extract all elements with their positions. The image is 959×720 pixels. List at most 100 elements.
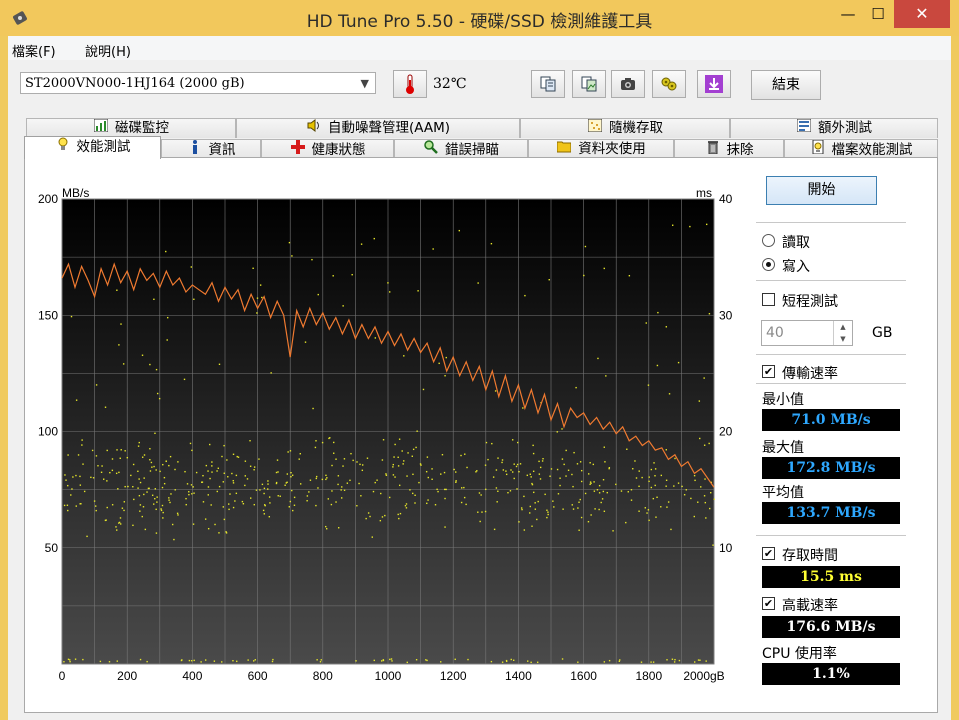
access-time-point: [132, 524, 134, 527]
tab-folder-usage[interactable]: 資料夾使用: [528, 139, 674, 159]
access-time-point: [644, 507, 647, 509]
minimize-button[interactable]: —: [832, 0, 864, 28]
access-time-point: [315, 475, 318, 478]
access-time-point: [120, 323, 122, 325]
access-time-point: [252, 660, 255, 662]
access-time-point: [343, 489, 346, 491]
drive-select[interactable]: ST2000VN000-1HJ164 (2000 gB) ▼: [20, 72, 376, 94]
menu-help[interactable]: 說明(H): [85, 41, 131, 60]
access-time-point: [627, 491, 629, 493]
access-time-point: [154, 498, 156, 500]
access-time-point: [331, 464, 333, 467]
access-time-point: [162, 463, 164, 466]
access-time-point: [438, 362, 440, 365]
access-time-point: [654, 484, 656, 487]
access-time-point: [279, 495, 281, 497]
access-time-point: [333, 452, 335, 454]
min-label: 最小值: [762, 392, 804, 408]
read-radio[interactable]: [762, 234, 775, 247]
access-time-point: [600, 501, 602, 504]
save-button[interactable]: [697, 70, 731, 98]
access-time-point: [124, 450, 126, 452]
options-button[interactable]: [652, 70, 686, 98]
access-time-point: [253, 503, 255, 506]
tab-benchmark[interactable]: 效能測試: [24, 136, 161, 159]
transfer-rate-checkbox[interactable]: ✔: [762, 365, 775, 378]
access-time-point: [638, 485, 640, 488]
exit-button[interactable]: 結束: [751, 70, 821, 100]
y-right-tick-label: 20: [719, 425, 733, 439]
temperature-button[interactable]: [393, 70, 427, 98]
download-icon: [705, 75, 723, 93]
access-time-point: [162, 511, 164, 514]
access-time-point: [443, 471, 446, 474]
access-time-point: [263, 513, 266, 515]
access-time-point: [612, 530, 614, 532]
access-time-point: [385, 473, 387, 475]
access-time-point: [640, 661, 643, 663]
access-time-point: [284, 484, 286, 486]
access-time-point: [406, 661, 408, 664]
access-time-point: [381, 516, 384, 518]
access-time-point: [225, 532, 228, 534]
access-time-point: [150, 461, 153, 464]
access-time-point: [556, 431, 558, 433]
size-spinner[interactable]: ▲ ▼: [833, 321, 852, 345]
short-test-checkbox[interactable]: [762, 293, 775, 306]
access-time-point: [398, 484, 401, 487]
x-tick-label: 400: [182, 669, 202, 683]
tab-aam[interactable]: 自動噪聲管理(AAM): [236, 118, 520, 138]
access-time-point: [367, 512, 370, 514]
access-time-point: [207, 527, 210, 530]
tab-health[interactable]: 健康狀態: [261, 139, 394, 159]
access-time-point: [401, 450, 403, 452]
access-time-point: [635, 477, 638, 479]
tab-random-access[interactable]: 隨機存取: [520, 118, 730, 138]
access-time-point: [406, 475, 408, 477]
access-time-point: [253, 469, 255, 471]
access-time-point: [592, 463, 595, 466]
access-time-point: [209, 443, 211, 446]
start-button[interactable]: 開始: [766, 176, 877, 205]
access-time-point: [311, 258, 313, 261]
access-time-point: [589, 483, 591, 486]
access-time-point: [155, 532, 158, 534]
screenshot-button[interactable]: [611, 70, 645, 98]
access-time-point: [141, 456, 144, 458]
access-time-point: [79, 503, 81, 505]
maximize-button[interactable]: ☐: [862, 0, 894, 28]
access-time-point: [65, 479, 67, 481]
access-time-point: [154, 432, 156, 435]
access-time-point: [490, 242, 493, 245]
write-radio[interactable]: [762, 258, 775, 271]
tab-error-scan[interactable]: 錯誤掃瞄: [394, 139, 528, 159]
access-time-checkbox[interactable]: ✔: [762, 547, 775, 560]
max-label: 最大值: [762, 440, 804, 456]
access-time-point: [389, 496, 391, 499]
access-time-point: [531, 482, 533, 485]
access-time-point: [168, 464, 170, 467]
menu-file[interactable]: 檔案(F): [12, 41, 56, 60]
access-time-point: [343, 458, 346, 460]
access-time-point: [191, 493, 193, 495]
burst-rate-checkbox[interactable]: ✔: [762, 597, 775, 610]
access-time-point: [550, 468, 553, 470]
access-time-point: [397, 456, 399, 459]
access-time-point: [427, 499, 429, 501]
access-time-point: [141, 515, 143, 518]
access-time-point: [158, 397, 161, 400]
close-button[interactable]: ✕: [894, 0, 950, 28]
tab-info[interactable]: 資訊: [161, 139, 261, 159]
test-size-input[interactable]: 40 ▲ ▼: [761, 320, 853, 346]
access-time-point: [673, 485, 675, 487]
access-time-point: [290, 476, 292, 478]
access-time-point: [244, 484, 246, 487]
tab-disk-monitor[interactable]: 磁碟監控: [26, 118, 236, 138]
minimize-icon: —: [840, 5, 856, 23]
tab-erase[interactable]: 抹除: [674, 139, 784, 159]
access-time-point: [561, 428, 563, 430]
copy-text-button[interactable]: [531, 70, 565, 98]
copy-image-button[interactable]: [572, 70, 606, 98]
tab-extra-tests[interactable]: 額外測試: [730, 118, 938, 138]
tab-file-benchmark[interactable]: 檔案效能測試: [784, 139, 938, 159]
